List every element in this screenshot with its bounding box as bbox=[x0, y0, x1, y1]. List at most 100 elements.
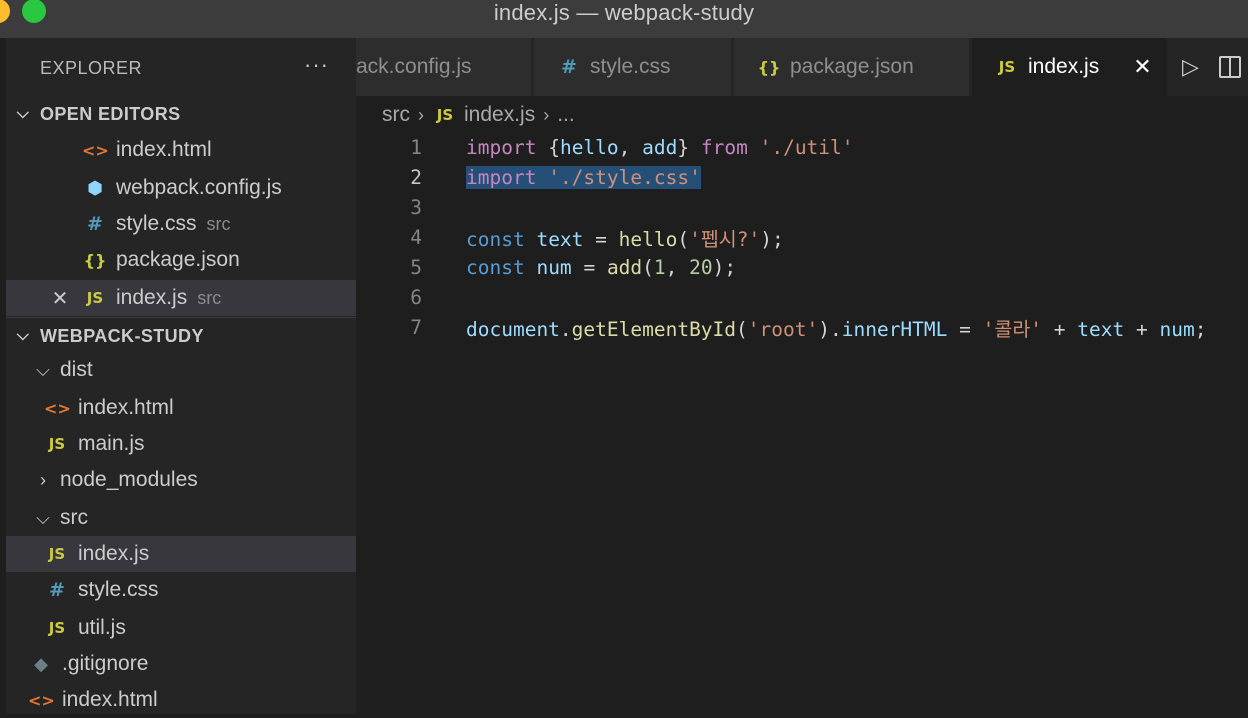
chevron-right-icon: › bbox=[418, 104, 424, 125]
tab-webpack-config[interactable]: ack.config.js bbox=[356, 38, 532, 96]
line-number: 3 bbox=[410, 195, 422, 219]
open-editor-label: index.html bbox=[116, 138, 212, 161]
git-icon: ◆ bbox=[34, 653, 48, 675]
tree-file[interactable]: <> index.html bbox=[6, 682, 356, 718]
line-content: import {hello, add} from './util' bbox=[466, 135, 854, 159]
open-editor-item[interactable]: <> index.html bbox=[6, 132, 356, 168]
tab-package-json[interactable]: {} package.json bbox=[734, 38, 970, 96]
chevron-down-icon: ⌵ bbox=[16, 327, 30, 344]
open-editor-item[interactable]: # style.css src bbox=[6, 206, 356, 242]
breadcrumb: src › JS index.js › ... bbox=[382, 100, 575, 130]
tab-label: ack.config.js bbox=[356, 55, 472, 78]
open-editor-label: webpack.config.js bbox=[116, 176, 282, 199]
tree-label: util.js bbox=[78, 616, 126, 639]
code-line: 6 bbox=[356, 282, 1248, 312]
open-editor-item-active[interactable]: ✕ JS index.js src bbox=[6, 280, 356, 316]
open-editor-desc: src bbox=[197, 287, 222, 308]
line-number: 6 bbox=[410, 285, 422, 309]
code-line: 5 const num = add(1, 20); bbox=[356, 252, 1248, 282]
css-icon: # bbox=[561, 56, 577, 78]
open-editor-label: index.js bbox=[116, 286, 188, 309]
project-header[interactable]: ⌵ WEBPACK-STUDY bbox=[6, 318, 356, 354]
tree-folder-node-modules[interactable]: › node_modules bbox=[6, 462, 356, 498]
close-icon[interactable]: ✕ bbox=[50, 286, 70, 311]
json-icon: {} bbox=[757, 57, 781, 77]
chevron-down-icon: ⌵ bbox=[16, 105, 30, 122]
html-icon: <> bbox=[28, 690, 55, 710]
selected-text: import './style.css' bbox=[466, 165, 701, 189]
editor-actions: ▷ bbox=[1168, 38, 1248, 96]
tree-file[interactable]: JS util.js bbox=[6, 610, 356, 646]
css-icon: # bbox=[87, 213, 103, 235]
line-number: 4 bbox=[410, 225, 422, 249]
line-number: 7 bbox=[410, 315, 422, 339]
html-icon: <> bbox=[44, 398, 71, 418]
line-number: 5 bbox=[410, 255, 422, 279]
tab-label: package.json bbox=[790, 55, 914, 78]
open-editors-header[interactable]: ⌵ OPEN EDITORS bbox=[6, 96, 356, 132]
code-line: 1 import {hello, add} from './util' bbox=[356, 132, 1248, 162]
html-icon: <> bbox=[82, 140, 109, 160]
tab-label: index.js bbox=[1028, 55, 1100, 78]
tree-label: index.html bbox=[62, 688, 158, 711]
split-editor-icon[interactable] bbox=[1218, 56, 1241, 78]
tree-label: style.css bbox=[78, 578, 159, 601]
tree-label: node_modules bbox=[60, 468, 198, 491]
code-line: 3 bbox=[356, 192, 1248, 222]
tab-label: style.css bbox=[590, 55, 671, 78]
line-content: const num = add(1, 20); bbox=[466, 255, 737, 279]
tree-label: dist bbox=[60, 358, 93, 381]
tab-bar: ack.config.js # style.css {} package.jso… bbox=[356, 38, 1248, 96]
tree-label: .gitignore bbox=[62, 652, 149, 675]
code-line: 2 import './style.css' bbox=[356, 162, 1248, 192]
js-icon: JS bbox=[998, 58, 1016, 76]
js-icon: JS bbox=[436, 106, 454, 124]
code-line: 4 const text = hello('펩시?'); bbox=[356, 222, 1248, 252]
project-label: WEBPACK-STUDY bbox=[40, 325, 204, 346]
js-icon: JS bbox=[86, 289, 104, 307]
tree-label: index.js bbox=[78, 542, 150, 565]
window-title: index.js — webpack-study bbox=[493, 0, 755, 25]
more-actions-icon[interactable]: ··· bbox=[304, 52, 329, 78]
tree-file[interactable]: # style.css bbox=[6, 572, 356, 608]
tree-file[interactable]: JS main.js bbox=[6, 426, 356, 462]
breadcrumb-more[interactable]: ... bbox=[557, 103, 575, 127]
open-editor-label: style.css bbox=[116, 212, 197, 235]
js-icon: JS bbox=[48, 619, 66, 637]
tree-file[interactable]: ◆ .gitignore bbox=[6, 646, 356, 682]
run-icon[interactable]: ▷ bbox=[1182, 54, 1199, 80]
chevron-right-icon: › bbox=[543, 104, 550, 125]
open-editor-item[interactable]: {} package.json bbox=[6, 242, 356, 278]
minimize-button[interactable] bbox=[0, 0, 10, 23]
tree-folder-src[interactable]: ⌵ src bbox=[6, 500, 356, 536]
breadcrumb-file[interactable]: index.js bbox=[464, 103, 535, 127]
explorer-title: EXPLORER bbox=[40, 58, 143, 78]
tab-style-css[interactable]: # style.css bbox=[534, 38, 732, 96]
tab-index-js[interactable]: JS index.js ✕ bbox=[972, 38, 1168, 96]
close-tab-icon[interactable]: ✕ bbox=[1133, 54, 1151, 80]
json-icon: {} bbox=[83, 250, 107, 270]
code-line: 7 document.getElementById('root').innerH… bbox=[356, 312, 1248, 342]
zoom-button[interactable] bbox=[22, 0, 46, 23]
open-editor-item[interactable]: ⬢ webpack.config.js bbox=[6, 170, 356, 206]
css-icon: # bbox=[49, 579, 65, 601]
tree-file-selected[interactable]: JS index.js bbox=[6, 536, 356, 572]
js-icon: JS bbox=[48, 435, 66, 453]
open-editor-desc: src bbox=[206, 213, 231, 234]
open-editors-label: OPEN EDITORS bbox=[40, 103, 181, 124]
line-content: const text = hello('펩시?'); bbox=[466, 227, 784, 251]
chevron-down-icon: ⌵ bbox=[36, 359, 50, 380]
line-number: 1 bbox=[410, 135, 422, 159]
open-editor-label: package.json bbox=[116, 248, 240, 271]
line-content: document.getElementById('root').innerHTM… bbox=[466, 317, 1207, 341]
chevron-down-icon: ⌵ bbox=[36, 507, 50, 528]
breadcrumb-folder[interactable]: src bbox=[382, 103, 410, 127]
title-bar: index.js — webpack-study bbox=[0, 0, 1248, 38]
tree-folder-dist[interactable]: ⌵ dist bbox=[6, 352, 356, 388]
chevron-right-icon: › bbox=[40, 469, 46, 490]
js-icon: JS bbox=[48, 545, 66, 563]
tree-label: main.js bbox=[78, 432, 145, 455]
tree-label: index.html bbox=[78, 396, 174, 419]
webpack-icon: ⬢ bbox=[87, 177, 103, 199]
tree-file[interactable]: <> index.html bbox=[6, 390, 356, 426]
